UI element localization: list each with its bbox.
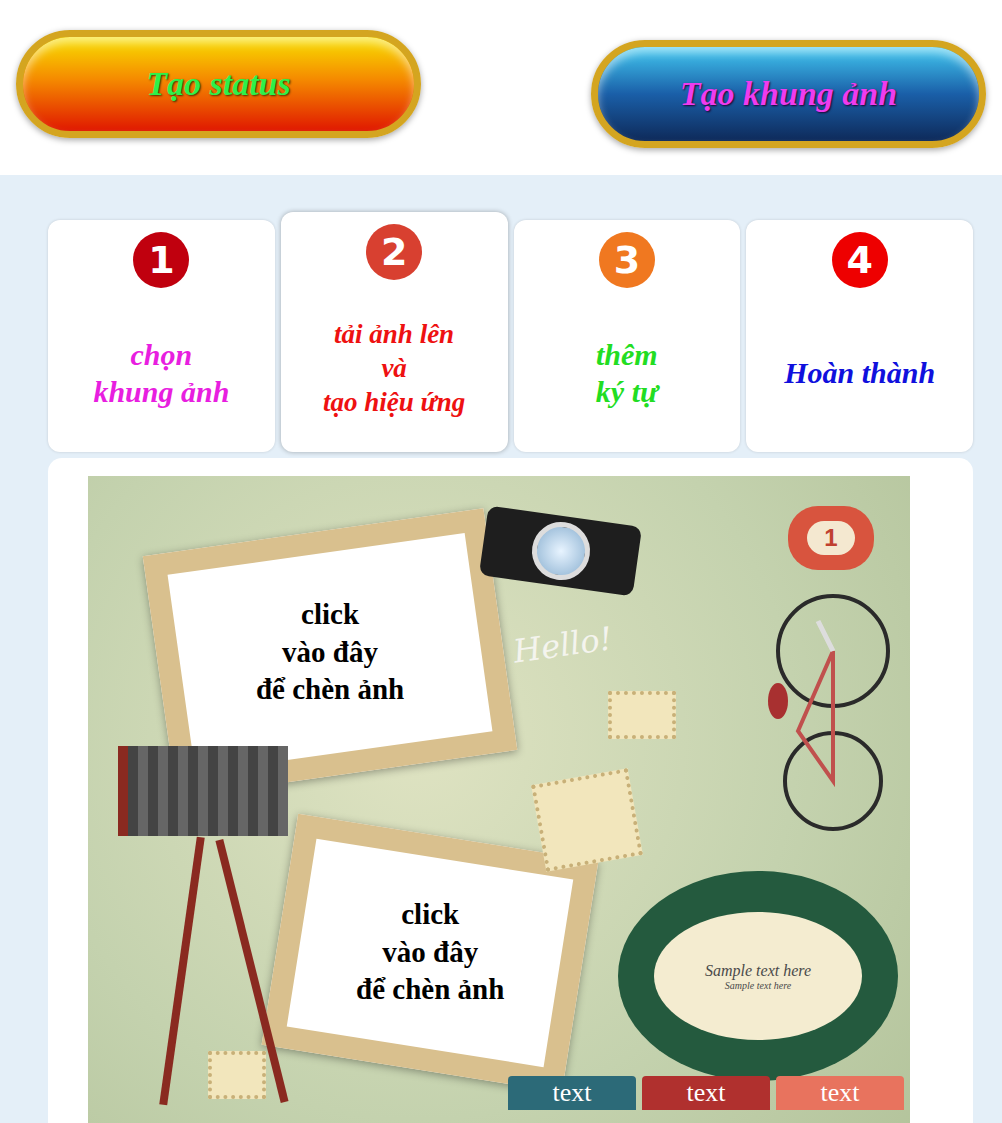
step-tab[interactable]: 2 tải ảnh lênvàtạo hiệu ứng bbox=[281, 212, 508, 452]
tag-row: texttexttext bbox=[508, 1076, 904, 1110]
top-bar: Tạo status Tạo khung ảnh bbox=[0, 0, 1002, 175]
text-tag[interactable]: text bbox=[508, 1076, 636, 1110]
frame-template: clickvào đâyđể chèn ảnhclickvào đâyđể ch… bbox=[88, 476, 910, 1123]
step-number: 4 bbox=[832, 232, 888, 288]
step-tab[interactable]: 1 chọnkhung ảnh bbox=[48, 220, 275, 452]
step-tab[interactable]: 4 Hoàn thành bbox=[746, 220, 973, 452]
bicycle-icon bbox=[758, 591, 908, 831]
greeting-text: Hello! bbox=[511, 619, 615, 670]
stamp-decoration bbox=[608, 691, 676, 739]
step-label: Hoàn thành bbox=[784, 308, 935, 438]
camera-icon bbox=[479, 506, 642, 597]
speech-bubble: Sample text hereSample text here bbox=[618, 871, 898, 1081]
step-label: tải ảnh lênvàtạo hiệu ứng bbox=[323, 300, 465, 438]
bubble-oval: Sample text hereSample text here bbox=[654, 912, 862, 1040]
number-badge: 1 bbox=[788, 506, 874, 570]
step-label: thêmký tự bbox=[596, 308, 658, 438]
mode-button[interactable]: Tạo status bbox=[16, 30, 421, 138]
text-tag[interactable]: text bbox=[642, 1076, 770, 1110]
step-number: 2 bbox=[366, 224, 422, 280]
step-number: 1 bbox=[133, 232, 189, 288]
step-tab[interactable]: 3 thêmký tự bbox=[514, 220, 741, 452]
editor-panel: 1 chọnkhung ảnh 2 tải ảnh lênvàtạo hiệu ứng… bbox=[0, 175, 1002, 1123]
step-label: chọnkhung ảnh bbox=[93, 308, 229, 438]
stamp-decoration bbox=[208, 1051, 266, 1099]
text-tag[interactable]: text bbox=[776, 1076, 904, 1110]
content-card: clickvào đâyđể chèn ảnhclickvào đâyđể ch… bbox=[48, 458, 973, 1123]
frame-maker-page: Tạo status Tạo khung ảnh 1 chọnkhung ảnh 2 tả… bbox=[0, 0, 1002, 1123]
step-number: 3 bbox=[599, 232, 655, 288]
stamp-decoration bbox=[531, 768, 643, 872]
vintage-camera-icon bbox=[118, 746, 318, 1106]
mode-button[interactable]: Tạo khung ảnh bbox=[591, 40, 986, 148]
steps-row: 1 chọnkhung ảnh 2 tải ảnh lênvàtạo hiệu ứng… bbox=[48, 220, 973, 452]
